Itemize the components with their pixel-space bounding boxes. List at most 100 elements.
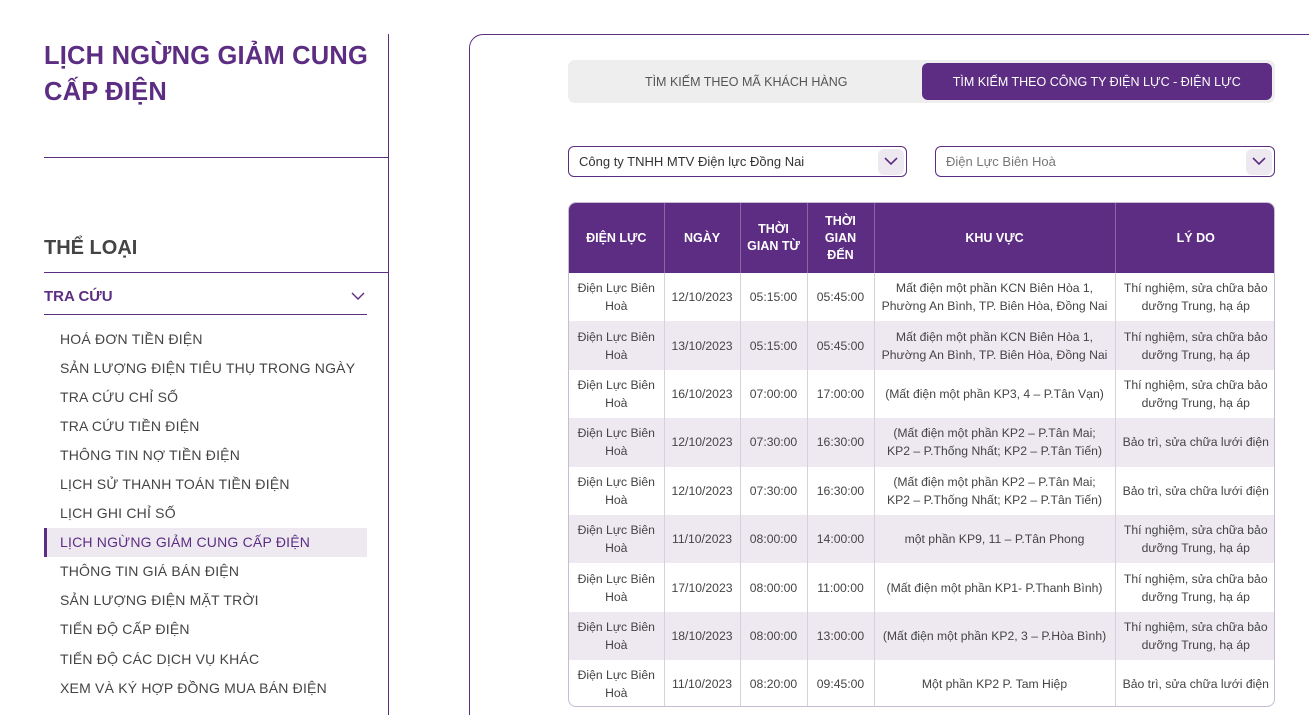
sidebar-item[interactable]: TIẾN ĐỘ CẤP ĐIỆN <box>44 615 367 644</box>
table-cell: Điện Lực Biên Hoà <box>569 466 665 515</box>
table-cell: 07:30:00 <box>740 466 808 515</box>
table-cell: Mất điện một phần KCN Biên Hòa 1, Phường… <box>874 273 1116 322</box>
tab-search-by-power-company[interactable]: TÌM KIẾM THEO CÔNG TY ĐIỆN LỰC - ĐIỆN LỰ… <box>921 63 1272 100</box>
table-row: Điện Lực Biên Hoà 13/10/2023 05:15:00 05:45… <box>569 321 1274 370</box>
menu-group-lookup[interactable]: TRA CỨU <box>44 278 367 315</box>
table-cell: 11/10/2023 <box>664 660 741 706</box>
column-header: KHU VỰC <box>874 203 1116 273</box>
title-divider <box>44 157 389 158</box>
table-cell: 16/10/2023 <box>664 369 741 419</box>
table-cell: Điện Lực Biên Hoà <box>569 660 665 706</box>
table-cell: 05:15:00 <box>740 273 808 322</box>
company-select-value: Công ty TNHH MTV Điện lực Đồng Nai <box>579 154 805 169</box>
table-cell: Thí nghiệm, sửa chữa bảo dưỡng Trung, hạ… <box>1123 571 1268 604</box>
sidebar-item[interactable]: TIẾN ĐỘ CÁC DỊCH VỤ KHÁC <box>44 644 367 673</box>
table-cell: (Mất điện một phần KP2 – P.Tân Mai; KP2 … <box>874 466 1116 515</box>
table-cell: Điện Lực Biên Hoà <box>569 418 665 467</box>
company-select[interactable]: Công ty TNHH MTV Điện lực Đồng Nai <box>568 146 907 177</box>
sidebar-item[interactable]: TRA CỨU CHỈ SỐ <box>44 382 367 411</box>
table-row: Điện Lực Biên Hoà 16/10/2023 07:00:00 17:00… <box>569 369 1274 419</box>
table-row: Điện Lực Biên Hoà 12/10/2023 05:15:00 05:45… <box>569 273 1274 322</box>
category-title: THỂ LOẠI <box>44 237 138 259</box>
table-row: Điện Lực Biên Hoà 11/10/2023 08:00:00 14:00… <box>569 514 1274 564</box>
sidebar-item[interactable]: THÔNG TIN NỢ TIỀN ĐIỆN <box>44 440 367 469</box>
table-cell: 12/10/2023 <box>664 466 741 515</box>
table-row: Điện Lực Biên Hoà 11/10/2023 08:20:00 09:45… <box>569 660 1274 706</box>
table-cell: 12/10/2023 <box>664 418 741 467</box>
table-cell: 08:00:00 <box>740 563 808 612</box>
table-cell: 17:00:00 <box>807 369 875 419</box>
table-cell: Thí nghiệm, sửa chữa bảo dưỡng Trung, hạ… <box>1123 377 1268 410</box>
table-cell: (Mất điện một phần KP1- P.Thanh Bình) <box>874 563 1116 612</box>
table-cell: (Mất điện một phần KP3, 4 – P.Tân Vạn) <box>874 369 1116 419</box>
table-cell: 05:45:00 <box>807 321 875 370</box>
sidebar-divider <box>388 34 389 715</box>
table-cell: 08:00:00 <box>740 611 808 661</box>
table-row: Điện Lực Biên Hoà 12/10/2023 07:30:00 16:30… <box>569 466 1274 515</box>
sidebar-item[interactable]: XEM VÀ KÝ HỢP ĐỒNG MUA BÁN ĐIỆN <box>44 673 367 702</box>
table-cell: 16:30:00 <box>807 418 875 467</box>
table-cell: Điện Lực Biên Hoà <box>569 273 665 322</box>
table-cell: 07:00:00 <box>740 369 808 419</box>
sidebar-item[interactable]: SẢN LƯỢNG ĐIỆN MẶT TRỜI <box>44 586 367 615</box>
table-cell: 07:30:00 <box>740 418 808 467</box>
table-cell: 05:45:00 <box>807 273 875 322</box>
sidebar-menu: HOÁ ĐƠN TIỀN ĐIỆN SẢN LƯỢNG ĐIỆN TIÊU THỤ… <box>44 324 367 702</box>
table-cell: 11:00:00 <box>807 563 875 612</box>
sidebar-item[interactable]: LỊCH NGỪNG GIẢM CUNG CẤP ĐIỆN <box>44 527 367 557</box>
table-row: Điện Lực Biên Hoà 17/10/2023 08:00:00 11:00… <box>569 563 1274 612</box>
search-mode-tabs: TÌM KIẾM THEO MÃ KHÁCH HÀNG TÌM KIẾM THEO… <box>568 60 1275 103</box>
chevron-down-icon[interactable] <box>1246 148 1272 175</box>
sidebar-item[interactable]: HOÁ ĐƠN TIỀN ĐIỆN <box>44 324 367 353</box>
sidebar-item[interactable]: LỊCH GHI CHỈ SỐ <box>44 499 367 528</box>
table-cell: Điện Lực Biên Hoà <box>569 369 665 419</box>
sidebar-item[interactable]: THÔNG TIN GIÁ BÁN ĐIỆN <box>44 557 367 586</box>
column-header: THỜI GIAN ĐẾN <box>807 203 875 273</box>
table-cell: Thí nghiệm, sửa chữa bảo dưỡng Trung, hạ… <box>1115 611 1274 661</box>
branch-select-value: Điện Lực Biên Hoà <box>946 154 1056 169</box>
chevron-down-icon[interactable] <box>878 148 904 175</box>
table-cell: 08:20:00 <box>740 660 808 706</box>
menu-group-label: TRA CỨU <box>44 287 113 305</box>
table-cell: 09:45:00 <box>807 660 875 706</box>
table-cell: Bảo trì, sửa chữa lưới điện <box>1122 677 1269 692</box>
table-cell: Mất điện một phần KCN Biên Hòa 1, Phường… <box>874 321 1116 370</box>
table-cell: Thí nghiệm, sửa chữa bảo dưỡng Trung, hạ… <box>1123 281 1268 314</box>
table-cell: 13/10/2023 <box>664 321 741 370</box>
sidebar: LỊCH NGỪNG GIẢM CUNG CẤP ĐIỆN THỂ LOẠI T… <box>0 0 390 715</box>
sidebar-item[interactable]: TRA CỨU TIỀN ĐIỆN <box>44 411 367 440</box>
table-header-row: ĐIỆN LỰC NGÀY THỜI GIAN TỪ THỜI GIAN ĐẾN KHU… <box>569 203 1274 273</box>
table-cell: Thí nghiệm, sửa chữa bảo dưỡng Trung, hạ… <box>1115 321 1274 370</box>
table-cell: Điện Lực Biên Hoà <box>569 611 665 661</box>
table-cell: Bảo trì, sửa chữa lưới điện <box>1122 483 1269 498</box>
table-cell: Điện Lực Biên Hoà <box>569 321 665 370</box>
branch-select[interactable]: Điện Lực Biên Hoà <box>935 146 1275 177</box>
table-cell: 13:00:00 <box>807 611 875 661</box>
tab-search-by-customer-code[interactable]: TÌM KIẾM THEO MÃ KHÁCH HÀNG <box>571 63 922 100</box>
column-header: ĐIỆN LỰC <box>569 203 665 273</box>
table-cell: 05:15:00 <box>740 321 808 370</box>
column-header: THỜI GIAN TỪ <box>740 203 808 273</box>
page-title: LỊCH NGỪNG GIẢM CUNG CẤP ĐIỆN <box>44 42 369 106</box>
chevron-down-icon <box>349 287 367 305</box>
sidebar-item[interactable]: LỊCH SỬ THANH TOÁN TIỀN ĐIỆN <box>44 469 367 498</box>
table-cell: 17/10/2023 <box>664 563 741 612</box>
category-divider <box>44 272 389 273</box>
sidebar-item[interactable]: SẢN LƯỢNG ĐIỆN TIÊU THỤ TRONG NGÀY <box>44 353 367 382</box>
table-cell: một phần KP9, 11 – P.Tân Phong <box>874 514 1116 564</box>
table-cell: 12/10/2023 <box>664 273 741 322</box>
column-header: LÝ DO <box>1115 203 1274 273</box>
table-cell: 11/10/2023 <box>664 514 741 564</box>
table-row: Điện Lực Biên Hoà 12/10/2023 07:30:00 16:30… <box>569 418 1274 467</box>
table-cell: 18/10/2023 <box>664 611 741 661</box>
table-cell: 14:00:00 <box>807 514 875 564</box>
table-row: Điện Lực Biên Hoà 18/10/2023 08:00:00 13:00… <box>569 611 1274 661</box>
outage-schedule-table: ĐIỆN LỰC NGÀY THỜI GIAN TỪ THỜI GIAN ĐẾN KHU… <box>568 202 1275 707</box>
table-cell: Thí nghiệm, sửa chữa bảo dưỡng Trung, hạ… <box>1115 514 1274 564</box>
table-cell: 16:30:00 <box>807 466 875 515</box>
table-cell: Điện Lực Biên Hoà <box>569 563 665 612</box>
table-body: Điện Lực Biên Hoà 12/10/2023 05:15:00 05:45… <box>569 273 1274 706</box>
table-cell: 08:00:00 <box>740 514 808 564</box>
table-cell: (Mất điện một phần KP2 – P.Tân Mai; KP2 … <box>874 418 1116 467</box>
table-cell: Một phần KP2 P. Tam Hiệp <box>874 660 1116 706</box>
